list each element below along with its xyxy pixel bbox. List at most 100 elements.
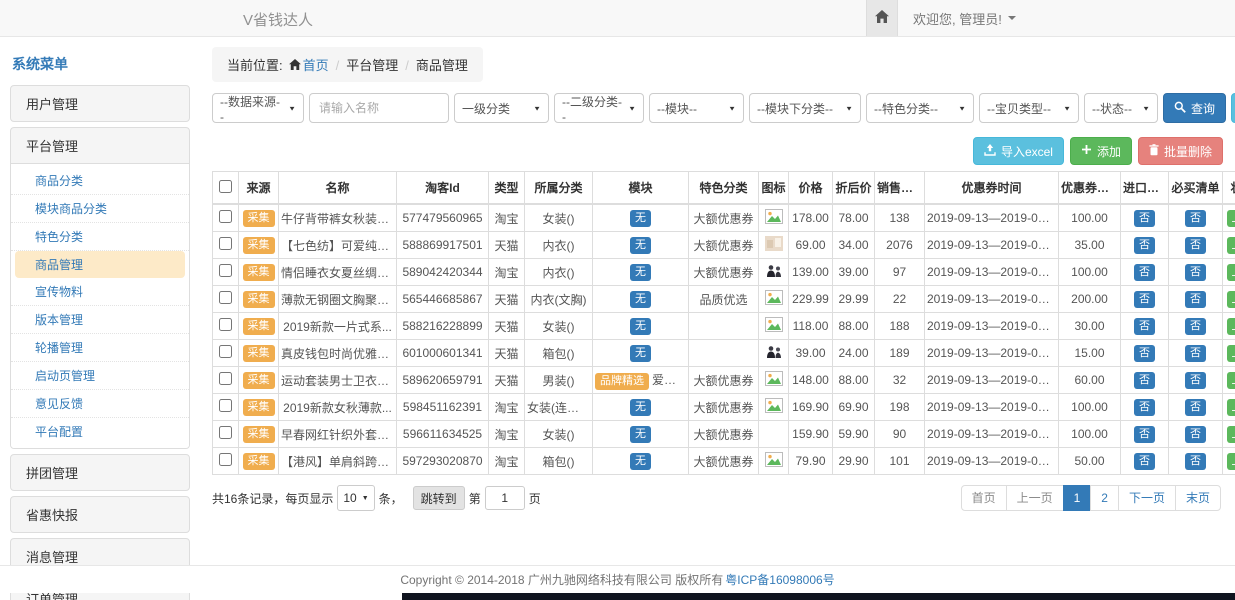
sidebar-subitem-active[interactable]: 商品管理	[15, 251, 185, 278]
cell-source: 采集	[239, 286, 279, 313]
status-select[interactable]: --状态--▼	[1084, 93, 1158, 123]
page-button-2[interactable]: 2	[1090, 485, 1119, 511]
feature-category-select[interactable]: --特色分类--▼	[866, 93, 974, 123]
status-badge[interactable]: 上架	[1227, 399, 1235, 416]
page-button-1[interactable]: 1	[1063, 485, 1092, 511]
imported-toggle-badge[interactable]: 否	[1134, 426, 1155, 443]
jump-label-post: 页	[529, 490, 541, 507]
row-checkbox[interactable]	[219, 237, 232, 250]
imported-toggle-badge[interactable]: 否	[1134, 345, 1155, 362]
status-badge[interactable]: 上架	[1227, 345, 1235, 362]
sidebar-item-groupon[interactable]: 拼团管理	[11, 455, 189, 490]
bottom-dark-strip	[402, 593, 1235, 600]
source-badge: 采集	[243, 426, 275, 443]
must-buy-toggle-badge[interactable]: 否	[1185, 399, 1206, 416]
add-button[interactable]: 添加	[1070, 137, 1132, 165]
level1-category-select[interactable]: 一级分类▼	[454, 93, 549, 123]
must-buy-toggle-badge[interactable]: 否	[1185, 264, 1206, 281]
status-badge[interactable]: 上架	[1227, 453, 1235, 470]
module-badge: 无	[630, 399, 651, 416]
page-button-上一页[interactable]: 上一页	[1006, 485, 1064, 511]
sidebar-subitem[interactable]: 版本管理	[11, 306, 189, 334]
must-buy-toggle-badge[interactable]: 否	[1185, 210, 1206, 227]
row-checkbox[interactable]	[219, 210, 232, 223]
import-excel-button[interactable]: 导入excel	[973, 137, 1064, 165]
cell-coupon-amount: 200.00	[1059, 286, 1121, 313]
imported-toggle-badge[interactable]: 否	[1134, 291, 1155, 308]
per-page-select[interactable]: 10 ▼	[337, 485, 374, 511]
table-row: 采集情侣睡衣女夏丝绸男士...589042420344淘宝内衣()无大额优惠券1…	[213, 259, 1235, 286]
cell-feature-category: 大额优惠券	[689, 394, 759, 421]
sidebar-subitem[interactable]: 特色分类	[11, 223, 189, 251]
sidebar-subitem[interactable]: 模块商品分类	[11, 195, 189, 223]
must-buy-toggle-badge[interactable]: 否	[1185, 372, 1206, 389]
row-checkbox[interactable]	[219, 345, 232, 358]
imported-toggle-badge[interactable]: 否	[1134, 264, 1155, 281]
must-buy-toggle-badge[interactable]: 否	[1185, 345, 1206, 362]
sidebar-item-user[interactable]: 用户管理	[11, 86, 189, 121]
sidebar-item-express[interactable]: 省惠快报	[11, 497, 189, 532]
sidebar-subitem[interactable]: 平台配置	[11, 418, 189, 445]
cell-type: 淘宝	[489, 394, 525, 421]
reset-button[interactable]: 重置	[1231, 93, 1235, 123]
imported-toggle-badge[interactable]: 否	[1134, 318, 1155, 335]
column-header-图标: 图标	[759, 172, 789, 205]
level2-category-select[interactable]: --二级分类--▼	[554, 93, 644, 123]
row-checkbox[interactable]	[219, 318, 232, 331]
page-number-input[interactable]	[485, 486, 525, 510]
sidebar-subitem[interactable]: 商品分类	[11, 167, 189, 195]
home-button[interactable]	[866, 0, 898, 36]
row-checkbox[interactable]	[219, 426, 232, 439]
status-badge[interactable]: 上架	[1227, 372, 1235, 389]
sidebar-subitem[interactable]: 启动页管理	[11, 362, 189, 390]
data-source-select[interactable]: --数据来源--▼	[212, 93, 304, 123]
status-badge[interactable]: 上架	[1227, 318, 1235, 335]
search-button[interactable]: 查询	[1163, 93, 1226, 123]
status-badge[interactable]: 上架	[1227, 291, 1235, 308]
status-badge[interactable]: 上架	[1227, 426, 1235, 443]
column-header-销售数量: 销售数量	[875, 172, 925, 205]
imported-toggle-badge[interactable]: 否	[1134, 453, 1155, 470]
must-buy-toggle-badge[interactable]: 否	[1185, 453, 1206, 470]
footer: Copyright © 2014-2018 广州九驰网络科技有限公司 版权所有 …	[0, 565, 1235, 593]
plus-icon	[1081, 144, 1092, 158]
module-select[interactable]: --模块--▼	[649, 93, 744, 123]
row-checkbox[interactable]	[219, 264, 232, 277]
page-button-末页[interactable]: 末页	[1175, 485, 1221, 511]
cell-coupon-amount: 50.00	[1059, 448, 1121, 475]
source-badge: 采集	[243, 264, 275, 281]
row-checkbox[interactable]	[219, 399, 232, 412]
must-buy-toggle-badge[interactable]: 否	[1185, 318, 1206, 335]
must-buy-toggle-badge[interactable]: 否	[1185, 291, 1206, 308]
row-checkbox[interactable]	[219, 291, 232, 304]
status-badge[interactable]: 上架	[1227, 264, 1235, 281]
name-input[interactable]	[309, 93, 449, 123]
jump-to-page-button[interactable]: 跳转到	[413, 486, 465, 510]
column-header-优惠券金额: 优惠券金额	[1059, 172, 1121, 205]
user-menu[interactable]: 欢迎您, 管理员!	[898, 0, 1031, 36]
row-checkbox[interactable]	[219, 453, 232, 466]
must-buy-toggle-badge[interactable]: 否	[1185, 426, 1206, 443]
imported-toggle-badge[interactable]: 否	[1134, 372, 1155, 389]
imported-toggle-badge[interactable]: 否	[1134, 210, 1155, 227]
sidebar-subitem[interactable]: 轮播管理	[11, 334, 189, 362]
must-buy-toggle-badge[interactable]: 否	[1185, 237, 1206, 254]
imported-toggle-badge[interactable]: 否	[1134, 399, 1155, 416]
sidebar-item-platform[interactable]: 平台管理	[11, 128, 189, 163]
page-button-下一页[interactable]: 下一页	[1118, 485, 1176, 511]
cell-imported: 否	[1121, 286, 1169, 313]
sidebar-subitem[interactable]: 意见反馈	[11, 390, 189, 418]
page-button-首页[interactable]: 首页	[961, 485, 1007, 511]
select-all-checkbox[interactable]	[219, 180, 232, 193]
batch-delete-button[interactable]: 批量删除	[1138, 137, 1223, 165]
status-badge[interactable]: 上架	[1227, 237, 1235, 254]
icp-link[interactable]: 粤ICP备16098006号	[725, 571, 834, 588]
item-type-select[interactable]: --宝贝类型--▼	[979, 93, 1079, 123]
status-badge[interactable]: 上架	[1227, 210, 1235, 227]
sidebar-subitem[interactable]: 宣传物料	[11, 278, 189, 306]
cell-name: 2019新款女秋薄款...	[279, 394, 397, 421]
breadcrumb-home-link[interactable]: 首页	[303, 58, 329, 73]
row-checkbox[interactable]	[219, 372, 232, 385]
module-subcategory-select[interactable]: --模块下分类--▼	[749, 93, 861, 123]
imported-toggle-badge[interactable]: 否	[1134, 237, 1155, 254]
